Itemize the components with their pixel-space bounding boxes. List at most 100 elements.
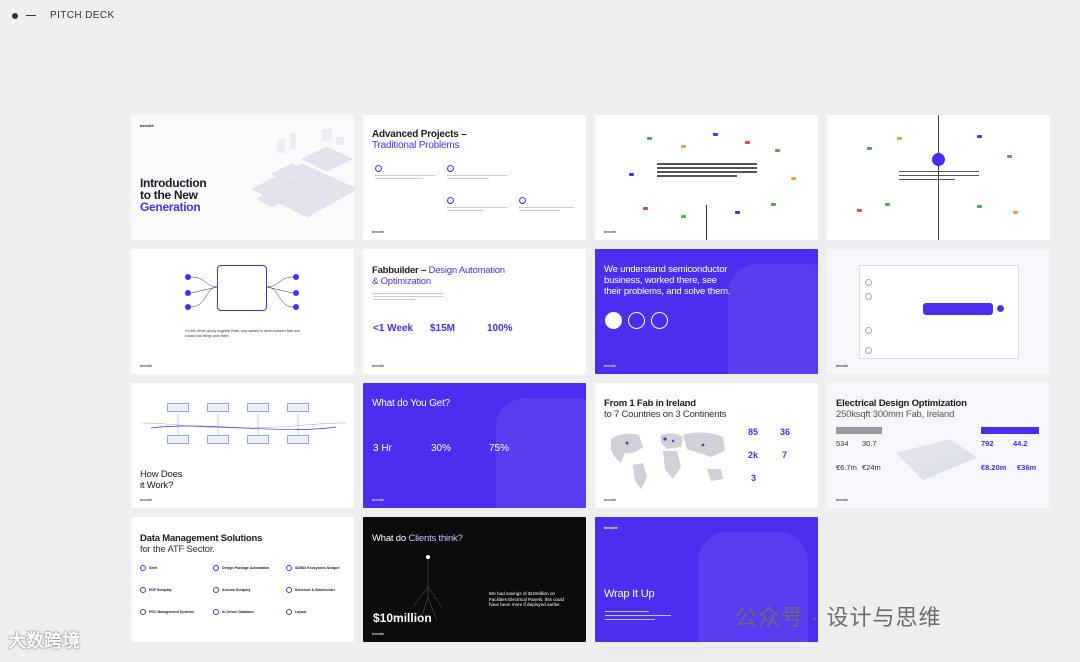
watermark-left: 大数跨境 <box>8 631 80 651</box>
brand-footer: beesite <box>140 364 153 368</box>
node-icon <box>293 274 299 280</box>
background-shape <box>728 264 818 374</box>
slide-title: Wrap It Up <box>604 588 655 600</box>
background-shape <box>496 398 586 508</box>
avatar <box>997 305 1004 312</box>
feature-icon <box>375 165 382 172</box>
node-chip <box>643 207 648 210</box>
title-line-1: Advanced Projects – <box>372 129 467 140</box>
node-chip <box>647 137 652 140</box>
brand-footer: beesite <box>836 364 849 368</box>
center-text <box>657 163 757 177</box>
stat-value: 2k <box>748 450 759 460</box>
brand-footer: beesite <box>372 498 385 502</box>
item-icon <box>213 609 219 615</box>
slide-title: What do Clients think? <box>372 533 463 544</box>
slide-thumbnail-engineer[interactable] <box>827 115 1050 240</box>
iso-illustration <box>232 119 354 229</box>
title-line-1: Electrical Design Optimization <box>836 398 967 409</box>
slide-thumbnail-what-you-get[interactable]: What do You Get? 3 Hr 30% 75% beesite <box>363 383 586 508</box>
item-icon <box>213 587 219 593</box>
slide-title: Electrical Design Optimization 250ksqft … <box>836 398 967 420</box>
title-line-2: Traditional Problems <box>372 140 460 151</box>
title-line-2: 250ksqft 300mm Fab, Ireland <box>836 409 955 420</box>
slide-thumbnail-network[interactable]: beesite <box>595 115 818 240</box>
brand-logo: beesite <box>604 525 618 530</box>
text-lines <box>519 207 574 211</box>
title-line-2: for the ATF Sector. <box>140 544 215 555</box>
slide-thumbnail-how-it-works[interactable]: How Does it Work? beesite <box>131 383 354 508</box>
item-label: Seeit <box>149 566 158 570</box>
node-chip <box>1013 211 1018 214</box>
brand-footer: beesite <box>604 230 617 234</box>
slide-thumbnail-advanced-projects[interactable]: Advanced Projects – Traditional Problems… <box>363 115 586 240</box>
right-label-bar <box>981 427 1039 434</box>
item-label: AI Driven Database <box>222 610 254 614</box>
watermark-right: 公众号 · 设计与思维 <box>735 605 942 630</box>
item-icon <box>140 609 146 615</box>
divider-line <box>706 205 707 240</box>
title-line-3: their problems, and solve them. <box>604 286 731 297</box>
solution-item: Design Package Automation <box>213 565 269 571</box>
slide-thumbnail-diagram[interactable]: Go this clever plucky engineer Brian, wh… <box>131 249 354 374</box>
node-chip <box>791 177 796 180</box>
solution-item: AI Driven Database <box>213 609 254 615</box>
item-label: Schedule & Stakeholder <box>295 588 336 592</box>
solution-item: Seeit <box>140 565 157 571</box>
slide-thumbnail-chat[interactable]: beesite <box>827 249 1050 374</box>
logo-line <box>26 15 36 16</box>
title-line-1: From 1 Fab in Ireland <box>604 398 696 409</box>
node-chip <box>713 133 718 136</box>
world-map <box>611 432 725 489</box>
slide-grid: beesite Introduction to the New Generati <box>131 115 1050 642</box>
text-lines <box>447 207 507 211</box>
item-icon <box>286 609 292 615</box>
text-lines <box>373 293 443 300</box>
title-accent: Clients think? <box>408 533 463 544</box>
center-text <box>899 171 979 181</box>
header: PITCH DECK <box>12 10 115 21</box>
title-line-2: it Work? <box>140 480 174 491</box>
brand-footer: beesite <box>372 632 385 636</box>
stat-value: 44.2 <box>1013 439 1028 448</box>
logo-dot-icon <box>12 12 18 19</box>
feature-icon <box>447 197 454 204</box>
title-accent: Design Automation <box>428 265 506 276</box>
stat-value: 36 <box>780 427 791 437</box>
slide-thumbnail-understand[interactable]: We understand semiconductor business, wo… <box>595 249 818 374</box>
item-icon <box>140 587 146 593</box>
stat-value: <1 Week <box>373 323 414 334</box>
chat-bubble-out <box>923 303 993 315</box>
stat-value: 534 <box>836 439 849 448</box>
item-icon <box>213 565 219 571</box>
title-line-1: How Does <box>140 469 183 480</box>
brand-footer: beesite <box>604 498 617 502</box>
item-icon <box>286 565 292 571</box>
slide-thumbnail-electrical-design[interactable]: Electrical Design Optimization 250ksqft … <box>827 383 1050 508</box>
slide-thumbnail-data-management[interactable]: Data Management Solutions for the ATF Se… <box>131 517 354 642</box>
stat-value: €6.7m <box>836 463 857 472</box>
slide-thumbnail-from-ireland[interactable]: From 1 Fab in Ireland to 7 Countries on … <box>595 383 818 508</box>
iso-floorplan <box>896 439 977 481</box>
connector-lines <box>190 276 294 308</box>
item-label: Arizona Scrapbly <box>222 588 251 592</box>
title-line-2: business, worked there, see <box>604 275 717 286</box>
stat-value: 3 Hr <box>373 443 392 454</box>
node-chip <box>775 149 780 152</box>
stat-value: €36m <box>1017 463 1037 472</box>
item-label: Layout <box>295 610 307 614</box>
node-chip <box>977 135 982 138</box>
solution-item: PDF Scrapbly <box>140 587 172 593</box>
slide-thumbnail-fabbuilder[interactable]: Fabbuilder – Design Automation & Optimiz… <box>363 249 586 374</box>
title-line-1: Data Management Solutions <box>140 533 263 544</box>
slide-thumbnail-intro[interactable]: beesite Introduction to the New Generati <box>131 115 354 240</box>
person-icon <box>651 312 668 329</box>
slide-title: What do You Get? <box>372 398 450 409</box>
slide-thumbnail-clients-think[interactable]: What do Clients think? $10million We had… <box>363 517 586 642</box>
node-chip <box>771 203 776 206</box>
title-main: Fabbuilder – <box>372 265 427 276</box>
page-title: PITCH DECK <box>50 10 115 21</box>
node-chip <box>897 137 902 140</box>
stat-value: 792 <box>981 439 994 448</box>
stat-value: 3 <box>751 473 757 483</box>
